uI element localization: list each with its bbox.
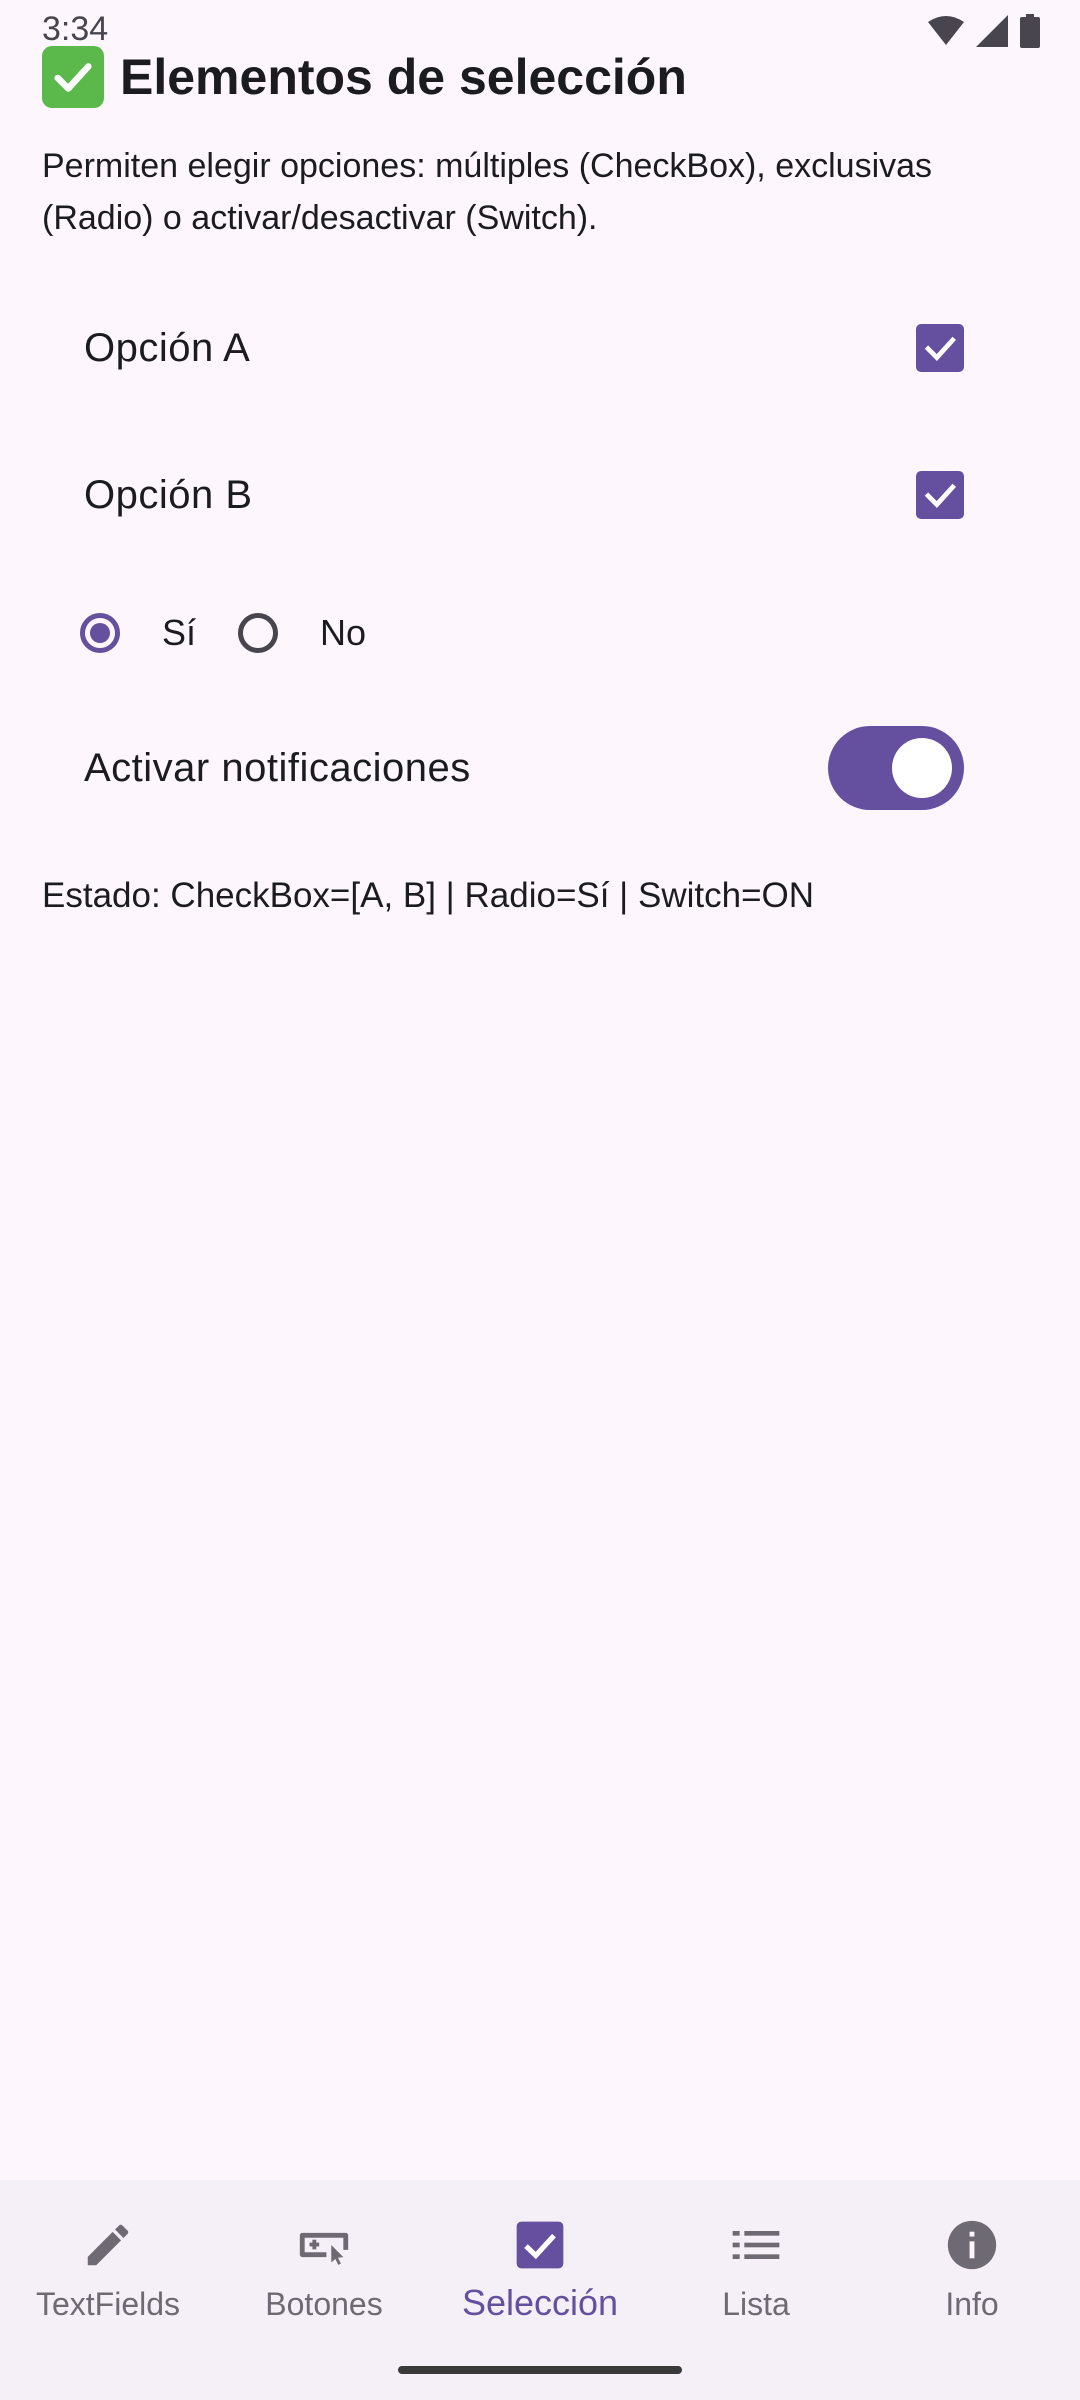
signal-icon [976, 15, 1008, 47]
switch-label: Activar notificaciones [84, 745, 471, 790]
notifications-switch[interactable] [828, 726, 964, 810]
switch-row: Activar notificaciones [84, 718, 964, 818]
radio-group: Sí No [80, 598, 408, 668]
nav-item-botones[interactable]: Botones [216, 2210, 432, 2323]
battery-icon [1020, 14, 1040, 48]
radio-label-si: Sí [162, 612, 197, 653]
checkbox-label: Opción A [84, 325, 251, 370]
nav-label: Lista [722, 2286, 790, 2322]
nav-item-info[interactable]: Info [864, 2210, 1080, 2323]
page-title: Elementos de selección [120, 49, 687, 105]
page-description: Permiten elegir opciones: múltiples (Che… [42, 147, 933, 237]
home-indicator[interactable] [398, 2366, 682, 2374]
gamepad-icon [295, 2210, 353, 2280]
status-text: Estado: CheckBox=[A, B] | Radio=Sí | Swi… [42, 876, 815, 915]
status-time: 3:34 [42, 10, 109, 48]
checkbox-row-option-b[interactable]: Opción B [84, 440, 964, 550]
switch-thumb [892, 738, 952, 798]
checkbox-option-b[interactable] [916, 471, 964, 519]
checkbox-label: Opción B [84, 472, 253, 517]
check-mark-button-icon [42, 46, 104, 108]
wifi-icon [928, 16, 964, 45]
status-icons [928, 14, 1040, 48]
list-icon [728, 2210, 784, 2280]
checkbox-row-option-a[interactable]: Opción A [84, 293, 964, 403]
info-icon [943, 2210, 1001, 2280]
radio-no[interactable] [238, 613, 279, 653]
nav-label: Selección [461, 2282, 619, 2323]
nav-item-textfields[interactable]: TextFields [0, 2210, 216, 2323]
radio-label-no: No [320, 612, 367, 653]
check-icon [924, 336, 957, 361]
checkbox-option-a[interactable] [916, 324, 964, 372]
radio-si[interactable] [80, 613, 120, 653]
nav-item-lista[interactable]: Lista [648, 2210, 864, 2323]
nav-label: TextFields [35, 2286, 181, 2322]
nav-label: Info [945, 2286, 999, 2322]
nav-label: Botones [265, 2286, 383, 2322]
pencil-icon [81, 2210, 135, 2280]
check-icon [924, 483, 957, 508]
nav-item-seleccion[interactable]: Selección [432, 2210, 648, 2324]
checkbox-icon [512, 2210, 568, 2280]
page-header: Elementos de selección [42, 46, 687, 108]
